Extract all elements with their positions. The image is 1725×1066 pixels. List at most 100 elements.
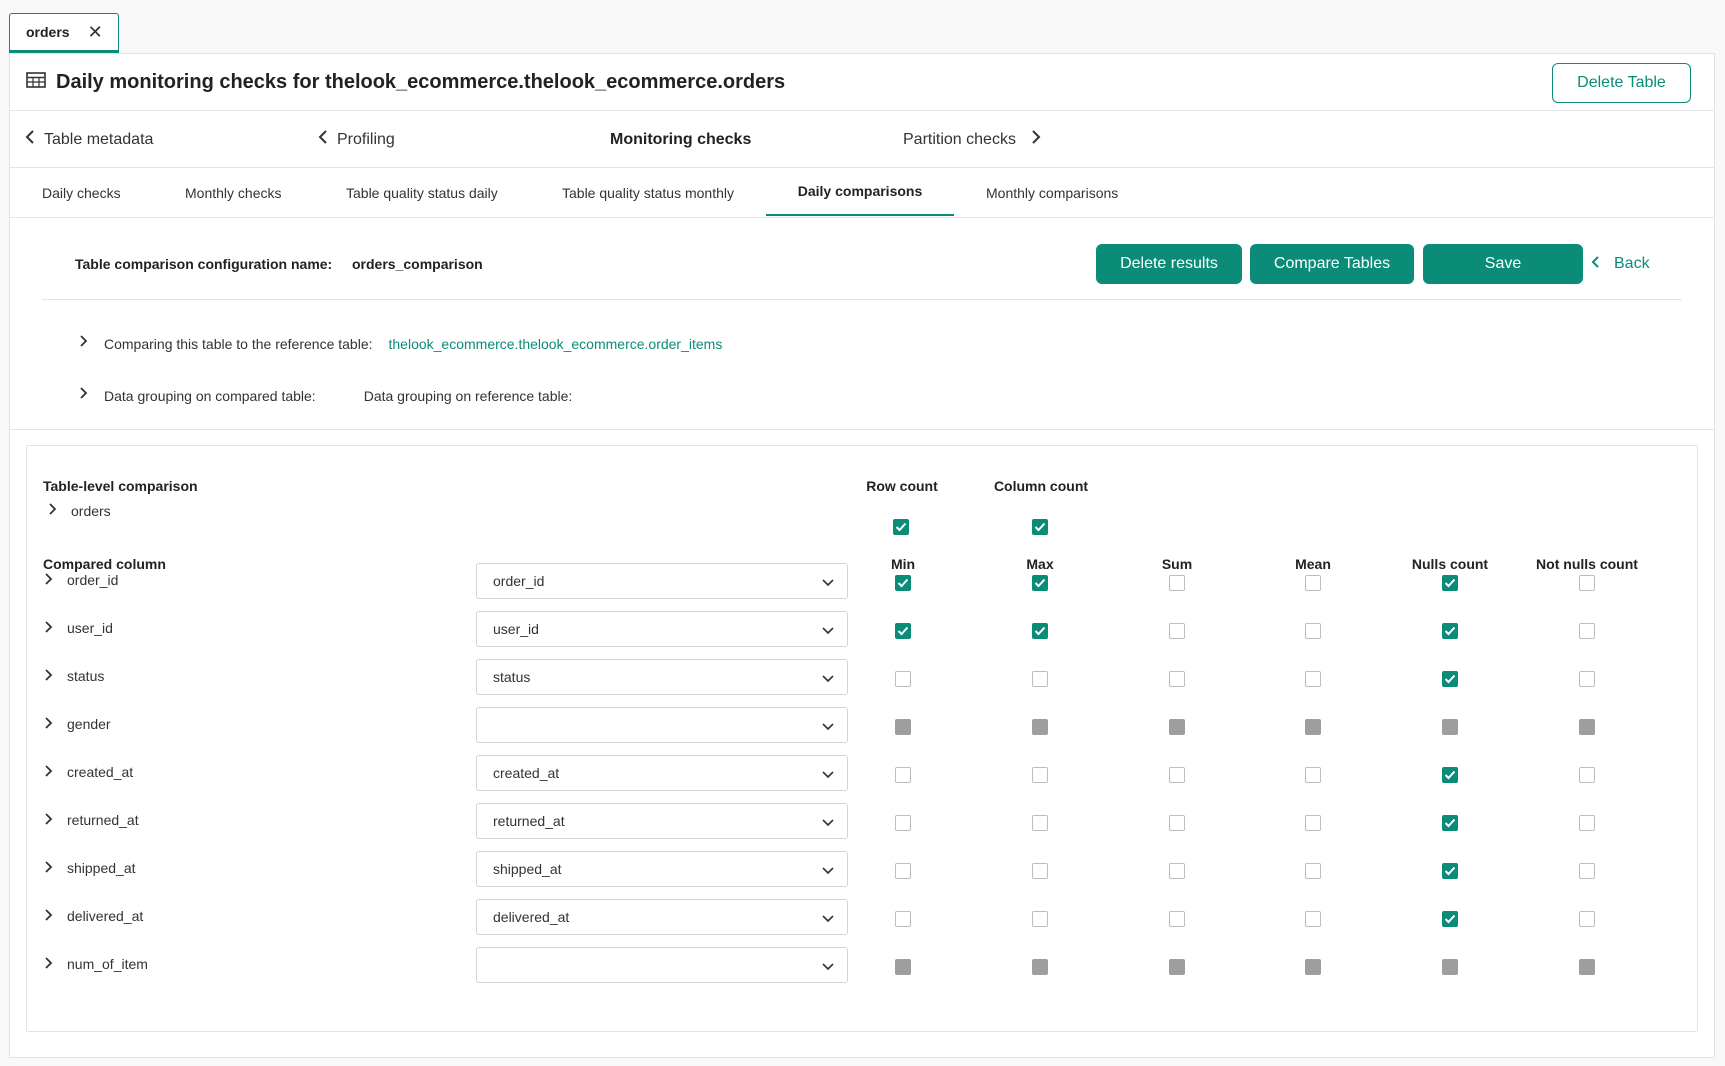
not-nulls-count-checkbox[interactable]	[1579, 623, 1595, 639]
sum-checkbox[interactable]	[1169, 863, 1185, 879]
min-checkbox[interactable]	[895, 623, 911, 639]
not-nulls-count-checkbox[interactable]	[1579, 767, 1595, 783]
config-name-label: Table comparison configuration name:	[75, 256, 333, 272]
not-nulls-count-checkbox[interactable]	[1579, 911, 1595, 927]
reference-table-row[interactable]: Comparing this table to the reference ta…	[78, 334, 722, 353]
data-grouping-row[interactable]: Data grouping on compared table: Data gr…	[78, 386, 572, 405]
mean-checkbox[interactable]	[1305, 911, 1321, 927]
column-expander[interactable]: delivered_at	[43, 907, 143, 925]
mean-checkbox[interactable]	[1305, 671, 1321, 687]
column-expander[interactable]: num_of_item	[43, 955, 148, 973]
reference-column-select[interactable]: shipped_at	[476, 851, 848, 887]
min-checkbox[interactable]	[895, 767, 911, 783]
nulls-count-checkbox[interactable]	[1442, 671, 1458, 687]
column-expander[interactable]: shipped_at	[43, 859, 136, 877]
column-expander[interactable]: order_id	[43, 571, 118, 589]
min-checkbox[interactable]	[895, 863, 911, 879]
nulls-count-checkbox[interactable]	[1442, 623, 1458, 639]
nav-partition-checks-label: Partition checks	[903, 130, 1016, 148]
table-level-row[interactable]: orders	[47, 502, 111, 519]
nav-monitoring-checks[interactable]: Monitoring checks	[610, 111, 751, 168]
reference-column-select[interactable]: delivered_at	[476, 899, 848, 935]
reference-column-select[interactable]: user_id	[476, 611, 848, 647]
min-checkbox[interactable]	[895, 671, 911, 687]
tab-monthly-comparisons[interactable]: Monthly comparisons	[986, 168, 1118, 218]
compared-column-title: Compared column	[43, 556, 166, 572]
reference-table-label: Comparing this table to the reference ta…	[104, 335, 373, 352]
check-icon	[897, 578, 909, 588]
save-button[interactable]: Save	[1423, 244, 1583, 284]
mean-checkbox[interactable]	[1305, 575, 1321, 591]
tab-table-quality-status-monthly[interactable]: Table quality status monthly	[562, 168, 734, 218]
reference-column-select[interactable]: status	[476, 659, 848, 695]
mean-checkbox[interactable]	[1305, 623, 1321, 639]
min-checkbox[interactable]	[895, 911, 911, 927]
nav-profiling[interactable]: Profiling	[317, 111, 395, 168]
tab-monthly-checks[interactable]: Monthly checks	[185, 168, 281, 218]
not-nulls-count-checkbox[interactable]	[1579, 671, 1595, 687]
row-count-checkbox[interactable]	[893, 519, 909, 535]
nulls-count-checkbox[interactable]	[1442, 767, 1458, 783]
max-checkbox[interactable]	[1032, 575, 1048, 591]
reference-table-link[interactable]: thelook_ecommerce.thelook_ecommerce.orde…	[389, 336, 723, 352]
column-expander[interactable]: status	[43, 667, 104, 685]
column-name: created_at	[67, 764, 134, 780]
not-nulls-count-checkbox[interactable]	[1579, 575, 1595, 591]
reference-column-value: created_at	[493, 765, 560, 781]
compare-tables-button[interactable]: Compare Tables	[1250, 244, 1414, 284]
reference-column-select[interactable]: order_id	[476, 563, 848, 599]
sum-checkbox[interactable]	[1169, 575, 1185, 591]
min-checkbox[interactable]	[895, 815, 911, 831]
reference-column-select[interactable]	[476, 947, 848, 983]
compared-column-row: created_at created_at	[27, 755, 1697, 811]
nulls-count-checkbox[interactable]	[1442, 575, 1458, 591]
sum-checkbox[interactable]	[1169, 911, 1185, 927]
reference-column-select[interactable]	[476, 707, 848, 743]
nav-partition-checks[interactable]: Partition checks	[903, 111, 1042, 168]
grouping-compared-label: Data grouping on compared table:	[104, 387, 316, 404]
close-icon[interactable]: ✕	[88, 23, 103, 41]
sum-checkbox[interactable]	[1169, 767, 1185, 783]
reference-column-select[interactable]: created_at	[476, 755, 848, 791]
column-expander[interactable]: returned_at	[43, 811, 139, 829]
delete-results-button[interactable]: Delete results	[1096, 244, 1242, 284]
file-tab-orders[interactable]: orders ✕	[9, 13, 119, 53]
min-checkbox	[895, 719, 911, 735]
nav-table-metadata[interactable]: Table metadata	[24, 111, 153, 168]
nulls-count-checkbox[interactable]	[1442, 863, 1458, 879]
not-nulls-count-checkbox[interactable]	[1579, 863, 1595, 879]
tab-daily-checks[interactable]: Daily checks	[42, 168, 121, 218]
delete-table-button[interactable]: Delete Table	[1552, 63, 1691, 103]
column-expander[interactable]: user_id	[43, 619, 113, 637]
compared-column-row: delivered_at delivered_at	[27, 899, 1697, 955]
column-count-checkbox[interactable]	[1032, 519, 1048, 535]
chevron-right-icon	[43, 620, 53, 637]
min-checkbox[interactable]	[895, 575, 911, 591]
divider	[42, 299, 1682, 300]
sum-checkbox[interactable]	[1169, 623, 1185, 639]
max-checkbox[interactable]	[1032, 863, 1048, 879]
check-icon	[1444, 914, 1456, 924]
max-checkbox[interactable]	[1032, 815, 1048, 831]
sum-checkbox[interactable]	[1169, 815, 1185, 831]
mean-checkbox[interactable]	[1305, 815, 1321, 831]
tab-daily-comparisons[interactable]: Daily comparisons	[766, 168, 954, 216]
mean-checkbox[interactable]	[1305, 863, 1321, 879]
nulls-count-checkbox[interactable]	[1442, 815, 1458, 831]
tab-table-quality-status-daily[interactable]: Table quality status daily	[346, 168, 498, 218]
max-checkbox[interactable]	[1032, 671, 1048, 687]
sum-checkbox[interactable]	[1169, 671, 1185, 687]
column-expander[interactable]: gender	[43, 715, 111, 733]
column-expander[interactable]: created_at	[43, 763, 133, 781]
table-level-title: Table-level comparison	[43, 478, 198, 494]
not-nulls-count-checkbox[interactable]	[1579, 815, 1595, 831]
max-checkbox[interactable]	[1032, 767, 1048, 783]
mean-checkbox[interactable]	[1305, 767, 1321, 783]
back-link[interactable]: Back	[1590, 244, 1650, 284]
divider	[10, 429, 1714, 430]
max-checkbox[interactable]	[1032, 623, 1048, 639]
nulls-count-checkbox[interactable]	[1442, 911, 1458, 927]
check-icon	[1444, 626, 1456, 636]
reference-column-select[interactable]: returned_at	[476, 803, 848, 839]
max-checkbox[interactable]	[1032, 911, 1048, 927]
